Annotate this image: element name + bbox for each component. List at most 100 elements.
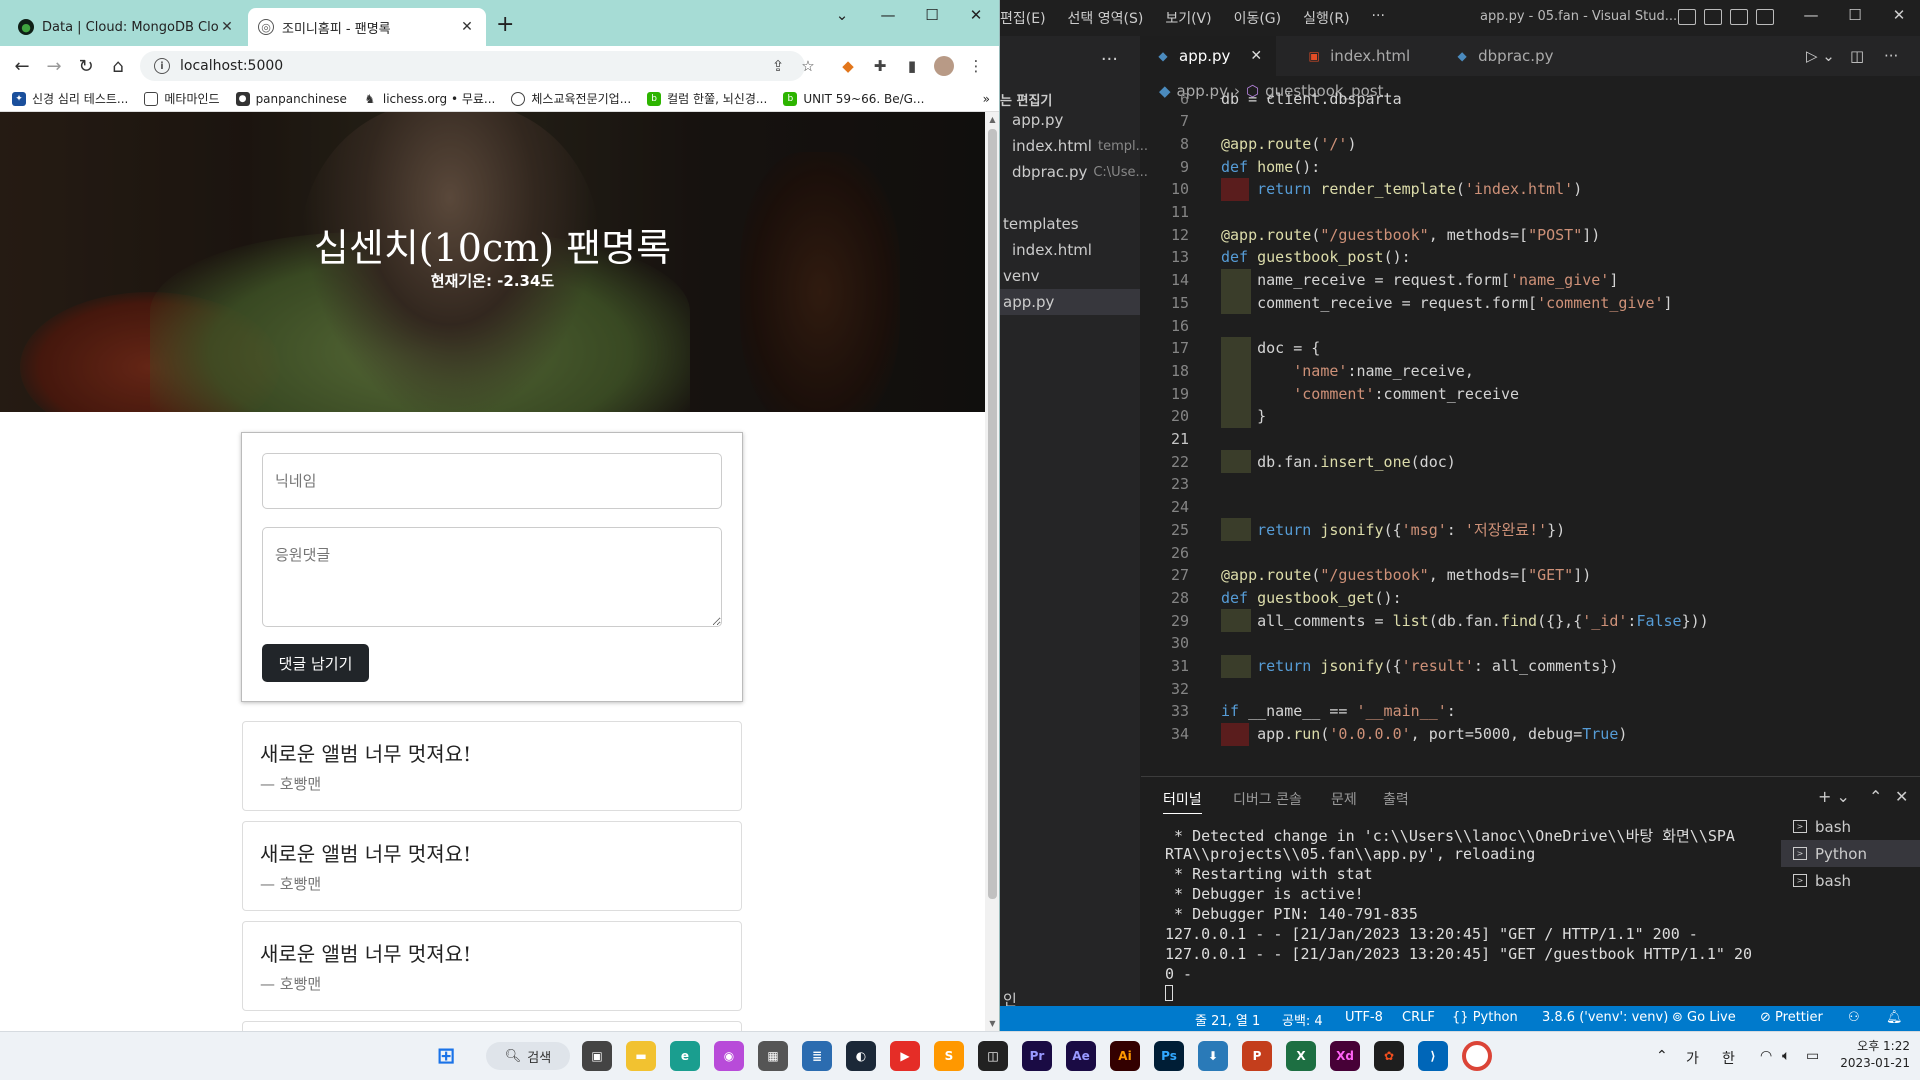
run-icon[interactable]: ▷ ⌄ [1806, 47, 1835, 65]
wifi-icon[interactable]: ◠ [1760, 1048, 1772, 1064]
close-tab-icon[interactable]: ✕ [218, 19, 236, 35]
code-line[interactable]: 6 db = client.dbsparta [1141, 87, 1821, 110]
code-line[interactable]: 16 [1141, 314, 1821, 337]
sublime-icon[interactable]: S [934, 1041, 964, 1071]
code-line[interactable]: 32 [1141, 677, 1821, 700]
tree-folder-venv[interactable]: venv [1003, 263, 1040, 289]
customize-layout-icon[interactable] [1756, 9, 1774, 25]
home-button[interactable]: ⌂ [104, 52, 132, 80]
powerpoint-icon[interactable]: P [1242, 1041, 1272, 1071]
code-line[interactable]: 19 'comment':comment_receive [1141, 382, 1821, 406]
obs-icon[interactable]: ◫ [978, 1041, 1008, 1071]
code-line[interactable]: 15 comment_receive = request.form['comme… [1141, 291, 1821, 315]
menu-edit[interactable]: 편집(E) [1000, 8, 1046, 28]
close-window-button[interactable]: ✕ [954, 0, 998, 30]
tree-file-app-py[interactable]: app.py [1000, 289, 1140, 315]
code-line[interactable]: 11 [1141, 201, 1821, 224]
code-line[interactable]: 20 } [1141, 404, 1821, 428]
code-line[interactable]: 27 @app.route("/guestbook", methods=["GET… [1141, 564, 1821, 587]
close-panel-icon[interactable]: ✕ [1895, 787, 1908, 806]
status-cursor-position[interactable]: 줄 21, 열 1 [1195, 1010, 1260, 1029]
back-button[interactable]: ← [8, 52, 36, 80]
taskbar-search[interactable]: 🔍︎ 검색 [486, 1042, 570, 1070]
bookmarks-overflow-icon[interactable]: » [983, 92, 990, 106]
tray-overflow-chevron-icon[interactable]: ⌃ [1656, 1048, 1668, 1064]
notepad-icon[interactable]: ≣ [802, 1041, 832, 1071]
bookmark-item[interactable]: ✦ 신경 심리 테스트... [12, 90, 128, 107]
toggle-panel-icon[interactable] [1704, 9, 1722, 25]
bookmark-item[interactable]: 체스교육전문기업... [511, 90, 631, 107]
menu-run[interactable]: 실행(R) [1303, 8, 1349, 28]
share-icon[interactable]: ⇪ [766, 54, 790, 78]
bookmark-item[interactable]: ● panpanchinese [235, 91, 347, 106]
code-line[interactable]: 18 'name':name_receive, [1141, 359, 1821, 383]
code-line[interactable]: 12 @app.route("/guestbook", methods=["POS… [1141, 223, 1821, 246]
code-line[interactable]: 31 return jsonify({'result': all_comment… [1141, 654, 1821, 678]
status-eol[interactable]: CRLF [1402, 1010, 1435, 1025]
panel-tab-problems[interactable]: 문제 [1331, 789, 1357, 809]
tab-app-py[interactable]: ◆ app.py ✕ [1141, 36, 1277, 76]
code-line[interactable]: 28 def guestbook_get(): [1141, 586, 1821, 609]
calculator-icon[interactable]: ▦ [758, 1041, 788, 1071]
maximize-button[interactable]: ☐ [1840, 6, 1870, 24]
menu-selection[interactable]: 선택 영역(S) [1068, 8, 1144, 28]
code-line[interactable]: 29 all_comments = list(db.fan.find({},{'… [1141, 609, 1821, 633]
open-editor-item[interactable]: index.html templ... [1012, 133, 1148, 159]
firefox-icon[interactable]: ◉ [714, 1041, 744, 1071]
tab-index-html[interactable]: ▣ index.html [1276, 36, 1424, 76]
toggle-sidebar-icon[interactable] [1678, 9, 1696, 25]
metamask-extension-icon[interactable]: ◆ [836, 54, 860, 78]
panel-tab-terminal[interactable]: 터미널 [1163, 789, 1202, 814]
vscode-icon[interactable]: ⟩ [1418, 1041, 1448, 1071]
chrome-icon[interactable] [1462, 1041, 1492, 1071]
file-explorer-icon[interactable]: ▬ [626, 1041, 656, 1071]
steam-icon[interactable]: ◐ [846, 1041, 876, 1071]
terminal-item-bash[interactable]: > bash [1781, 867, 1920, 894]
comment-textarea[interactable] [262, 527, 722, 627]
tab-guestbook[interactable]: ◎ 조미니홈피 - 팬명록 ✕ [248, 8, 486, 46]
panel-tab-debug-console[interactable]: 디버그 콘솔 [1233, 789, 1302, 809]
close-tab-icon[interactable]: ✕ [458, 19, 476, 35]
editor-more-icon[interactable]: ··· [1884, 47, 1898, 65]
scroll-up-arrow[interactable]: ▲ [985, 112, 999, 127]
status-indentation[interactable]: 공백: 4 [1282, 1010, 1323, 1029]
panel-tab-output[interactable]: 출력 [1383, 789, 1409, 809]
code-line[interactable]: 23 [1141, 473, 1821, 496]
after-effects-icon[interactable]: Ae [1066, 1041, 1096, 1071]
submit-comment-button[interactable]: 댓글 남기기 [262, 644, 369, 682]
open-editor-item[interactable]: app.py [1012, 107, 1063, 133]
clock[interactable]: 오후 1:22 2023-01-21 [1838, 1038, 1910, 1072]
tab-mongodb[interactable]: ● Data | Cloud: MongoDB Cloud ✕ [8, 8, 246, 46]
code-line[interactable]: 10 return render_template('index.html') [1141, 177, 1821, 201]
split-editor-icon[interactable]: ◫ [1850, 47, 1864, 65]
bookmark-item[interactable]: b UNIT 59~66. Be/G... [783, 91, 924, 106]
scroll-down-arrow[interactable]: ▼ [985, 1016, 999, 1031]
code-line[interactable]: 34 app.run('0.0.0.0', port=5000, debug=T… [1141, 722, 1821, 746]
xd-icon[interactable]: Xd [1330, 1041, 1360, 1071]
code-line[interactable]: 13 def guestbook_post(): [1141, 246, 1821, 269]
bookmark-item[interactable]: ♞ lichess.org • 무료... [363, 90, 495, 107]
excel-icon[interactable]: X [1286, 1041, 1316, 1071]
reload-button[interactable]: ↻ [72, 52, 100, 80]
explorer-more-icon[interactable]: ··· [1000, 44, 1140, 74]
toggle-secondary-sidebar-icon[interactable] [1730, 9, 1748, 25]
status-encoding[interactable]: UTF-8 [1345, 1010, 1383, 1025]
terminal-item-bash[interactable]: > bash [1781, 813, 1920, 840]
notification-bell-icon[interactable]: 🔔︎ [1886, 1010, 1903, 1025]
terminal-item-python[interactable]: > Python [1781, 840, 1920, 867]
open-editor-item[interactable]: dbprac.py C:\Use... [1012, 159, 1148, 185]
terminal-output[interactable]: * Detected change in 'c:\\Users\\lanoc\\… [1165, 825, 1751, 1005]
close-window-button[interactable]: ✕ [1884, 6, 1914, 24]
code-line[interactable]: 17 doc = { [1141, 336, 1821, 360]
menu-view[interactable]: 보기(V) [1165, 8, 1211, 28]
close-tab-icon[interactable]: ✕ [1250, 48, 1262, 64]
maximize-panel-icon[interactable]: ⌃ [1869, 787, 1882, 806]
status-go-live[interactable]: ⊚ Go Live [1672, 1010, 1736, 1025]
kebab-menu-icon[interactable]: ⋮ [964, 54, 988, 78]
new-tab-button[interactable]: + [496, 12, 514, 37]
status-prettier[interactable]: ⊘ Prettier [1760, 1010, 1823, 1025]
scrollbar-thumb[interactable] [988, 129, 997, 899]
code-line[interactable]: 25 return jsonify({'msg': '저장완료!'}) [1141, 518, 1821, 542]
forward-button[interactable]: → [40, 52, 68, 80]
code-line[interactable]: 22 db.fan.insert_one(doc) [1141, 450, 1821, 474]
